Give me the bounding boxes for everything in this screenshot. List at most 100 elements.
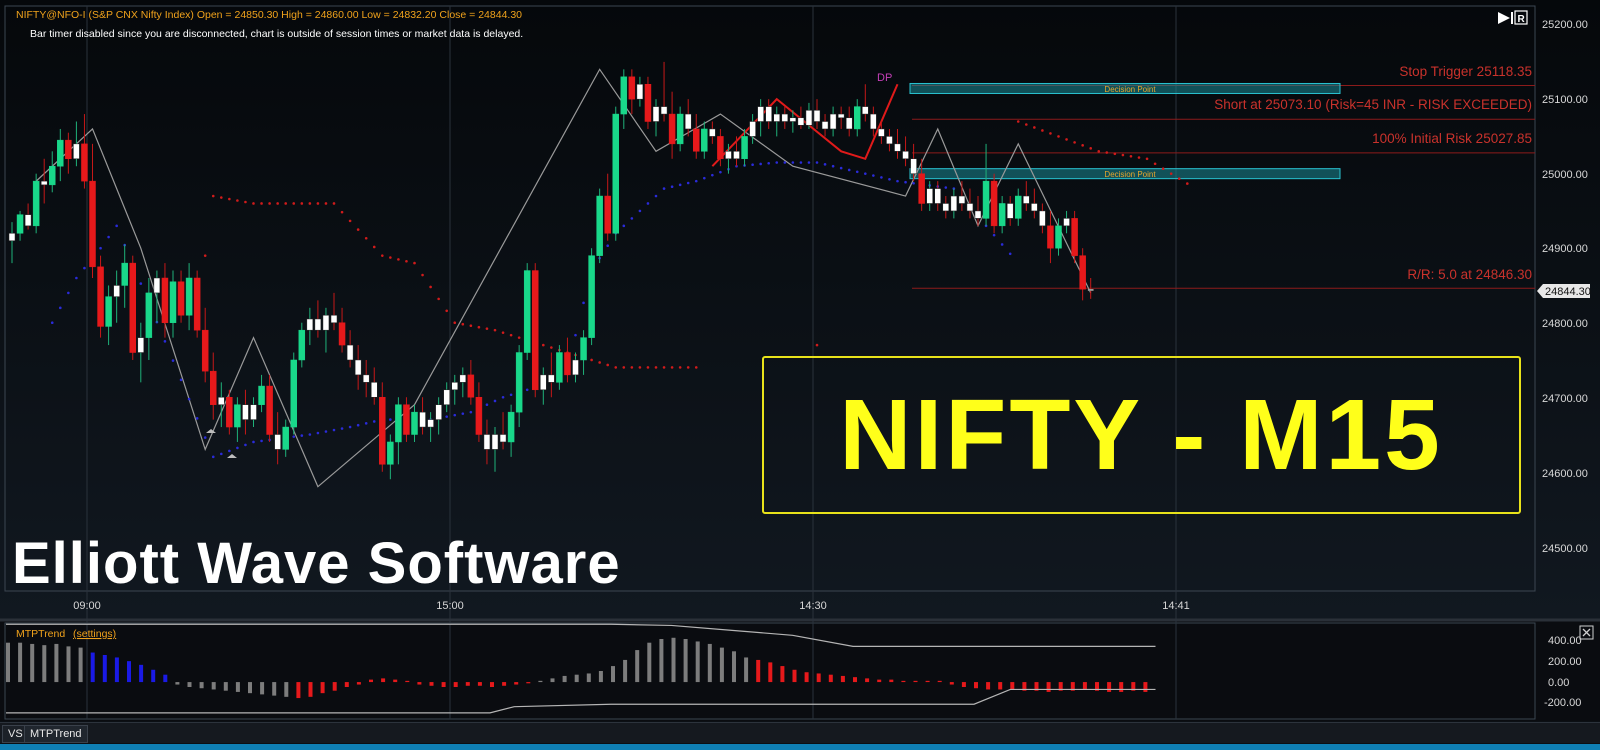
candle-body [556,352,563,383]
candle-body [274,434,281,450]
indicator-bar [816,673,821,683]
trail-dot-red [1073,141,1076,144]
indicator-bar [756,659,761,683]
trail-dot-red [413,261,416,265]
candle-body [395,404,402,443]
indicator-bar [102,655,107,683]
trail-dot-blue [1008,252,1012,256]
indicator-bar [30,643,35,683]
indicator-bar [828,674,833,683]
indicator-bar [477,682,482,686]
trail-dot-blue [767,161,770,165]
trail-dot-red [268,202,271,205]
candle-body [813,110,821,122]
indicator-tick: -200.00 [1544,697,1581,709]
candle-body [588,255,595,338]
trail-dot-red [517,336,521,339]
candle-body [24,214,32,227]
candle-body [749,121,756,137]
trail-dot-blue [815,161,819,164]
indicator-bar [356,682,361,685]
trail-dot-red [509,333,513,337]
candle-body [250,404,257,420]
candle-body [870,113,877,130]
candle-body [998,203,1006,227]
indicator-bar [6,642,10,683]
trail-dot-red [308,202,312,205]
trail-dot-blue [163,340,167,343]
bottom-tab-bar: VS MTPTrend [0,722,1600,743]
indicator-bar [550,678,555,683]
trail-dot-blue [606,244,609,248]
candle-body [298,329,306,361]
tab-mtptrend[interactable]: MTPTrend [24,725,88,743]
indicator-bar [272,682,277,696]
candle-body [218,396,225,405]
indicator-bar [1107,682,1112,692]
indicator-bar [925,680,930,683]
price-tick: 24600.00 [1542,468,1588,480]
candle-body [781,113,789,122]
trail-dot-blue [783,161,787,164]
candle-body [137,337,145,353]
indicator-bar [490,682,494,687]
trail-dot-blue [646,202,650,205]
candle-body [161,277,169,323]
indicator-bar [199,682,204,689]
candle-body [1031,203,1038,212]
trail-dot-red [348,219,352,223]
candle-body [354,359,362,376]
price-tick: 24700.00 [1542,393,1588,405]
trail-dot-red [469,324,473,328]
trail-dot-blue [582,301,585,305]
price-chart[interactable]: Decision Point Decision Point NIFTY@NFO-I… [0,0,1600,750]
candle-body [97,266,104,327]
short-entry-label: Short at 25073.10 (Risk=45 INR - RISK EX… [1214,97,1532,112]
trail-dot-red [300,202,304,205]
candle-body [548,374,555,383]
indicator-bar [90,652,95,683]
candle-body [1047,225,1054,249]
trail-dot-blue [316,431,320,435]
trail-dot-red [1089,147,1092,150]
trail-dot-blue [485,403,489,406]
candle-body [837,113,845,119]
candle-body [604,195,611,234]
trail-dot-blue [292,435,296,438]
instrument-header: NIFTY@NFO-I (S&P CNX Nifty Index) Open =… [16,9,522,21]
trail-dot-red [1016,120,1020,123]
trail-dot-blue [493,399,497,403]
trail-dot-red [1161,167,1165,171]
candle-body [362,374,370,383]
indicator-bar [260,682,265,695]
trail-dot-blue [912,181,915,185]
indicator-bar [223,682,228,691]
trail-dot-red [550,346,553,349]
candle [32,173,40,234]
trail-dot-blue [236,446,239,450]
candle [596,188,603,264]
trail-dot-blue [50,321,54,325]
indicator-bar [635,650,640,683]
candle-body [467,374,475,398]
indicator-settings-link[interactable]: (settings) [73,628,116,640]
trail-dot-red [614,366,618,369]
trail-dot-blue [638,209,642,213]
trail-dot-blue [260,439,263,443]
trail-dot-blue [944,186,948,189]
candle-body [942,203,950,212]
trail-dot-blue [83,266,86,270]
trail-dot-red [405,259,408,263]
candle-body [902,151,909,160]
candle-body [499,434,507,443]
candle-body [57,139,64,167]
candle-body [193,277,201,331]
indicator-bar [538,680,543,683]
candle [523,263,531,360]
trail-dot-red [211,194,215,198]
trail-dot-red [1065,138,1068,141]
trail-dot-red [670,366,674,369]
indicator-bar [949,682,954,685]
trail-dot-red [622,366,626,369]
candle-body [733,151,740,160]
